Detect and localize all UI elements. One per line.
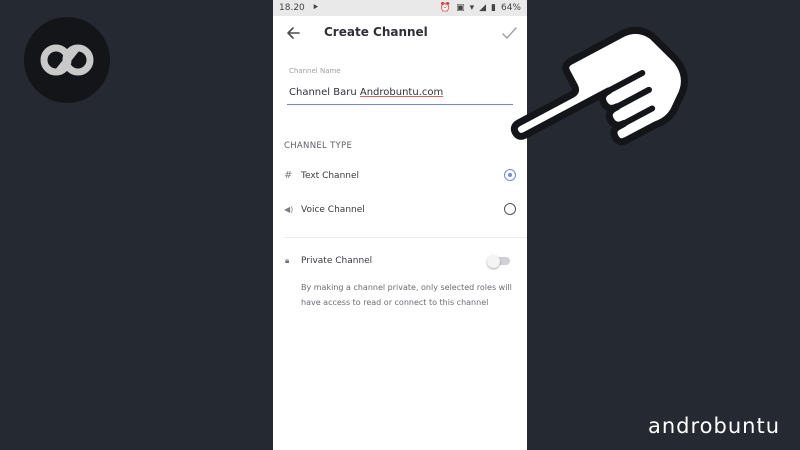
status-icons: ⏰ ▣ ▾ ◢ ▮ 64% bbox=[440, 0, 521, 16]
voice-channel-label: Voice Channel bbox=[301, 205, 365, 215]
notification-icon: ⯈ bbox=[312, 3, 320, 13]
channel-name-input[interactable]: Channel Baru Androbuntu.com bbox=[289, 87, 443, 98]
watermark: androbuntu bbox=[648, 414, 781, 438]
androbuntu-logo bbox=[24, 17, 110, 103]
channel-name-label: Channel Name bbox=[289, 67, 341, 75]
app-bar: Create Channel bbox=[273, 16, 527, 56]
private-channel-row[interactable]: 🔒︎ Private Channel bbox=[284, 254, 510, 269]
back-arrow-icon[interactable] bbox=[285, 25, 301, 41]
hash-icon: # bbox=[284, 170, 293, 181]
battery-icon: ▮ bbox=[491, 3, 496, 13]
nfc-icon: ▣ bbox=[456, 3, 465, 13]
channel-type-title: CHANNEL TYPE bbox=[284, 141, 353, 151]
text-channel-label: Text Channel bbox=[301, 171, 360, 181]
private-channel-description: By making a channel private, only select… bbox=[301, 283, 512, 307]
channel-name-underlined-text: Androbuntu.com bbox=[359, 87, 444, 98]
pointing-hand-icon bbox=[510, 26, 688, 146]
battery-level: 64% bbox=[500, 3, 521, 13]
page-title: Create Channel bbox=[324, 25, 428, 39]
channel-name-text: Channel Baru bbox=[289, 87, 360, 98]
alarm-icon: ⏰ bbox=[439, 3, 452, 13]
phone-screen: 18.20 ⯈ ⏰ ▣ ▾ ◢ ▮ 64% Create Channel Cha… bbox=[273, 0, 527, 450]
signal-icon: ◢ bbox=[479, 3, 487, 13]
private-channel-toggle[interactable] bbox=[487, 254, 510, 268]
status-bar: 18.20 ⯈ ⏰ ▣ ▾ ◢ ▮ 64% bbox=[273, 0, 527, 16]
private-channel-label: Private Channel bbox=[301, 256, 373, 266]
voice-channel-option[interactable]: ◀) Voice Channel bbox=[284, 203, 516, 218]
divider bbox=[284, 237, 527, 238]
lock-icon: 🔒︎ bbox=[285, 256, 290, 265]
text-channel-option[interactable]: # Text Channel bbox=[284, 169, 516, 184]
input-underline bbox=[287, 104, 513, 105]
wifi-icon: ▾ bbox=[469, 3, 475, 13]
speaker-icon: ◀) bbox=[284, 205, 294, 214]
voice-channel-radio[interactable] bbox=[504, 203, 516, 215]
status-time: 18.20 bbox=[279, 3, 305, 13]
